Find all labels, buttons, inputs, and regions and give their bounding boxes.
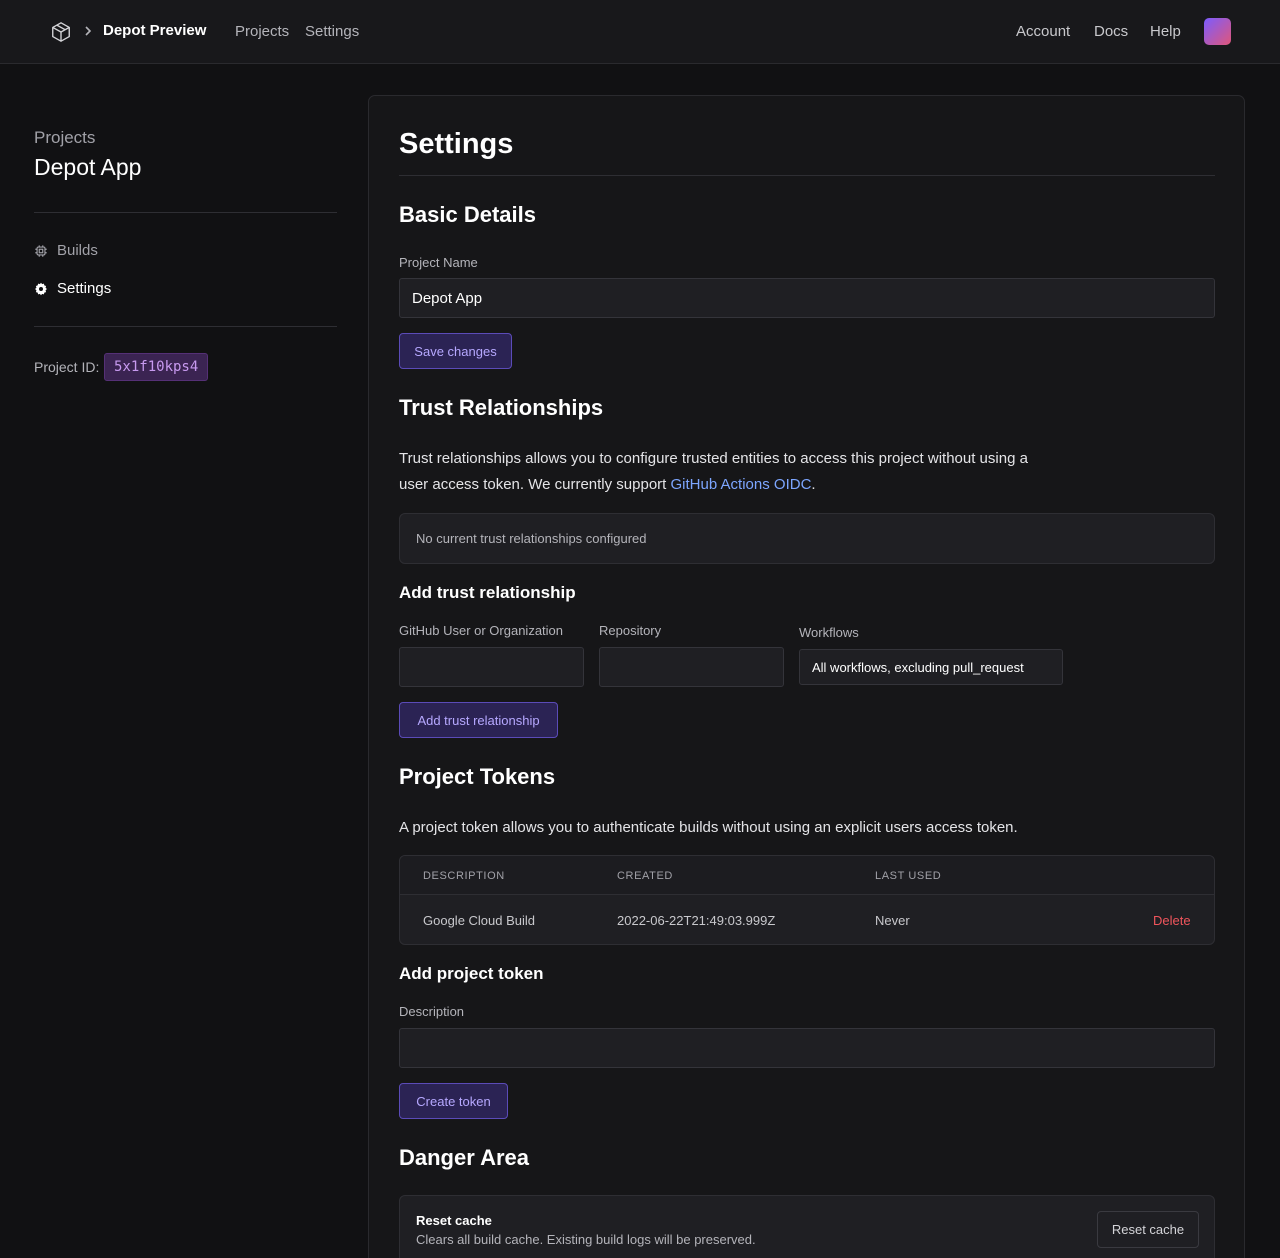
column-header-last-used: LAST USED: [875, 870, 942, 882]
brand-name[interactable]: Depot Preview: [103, 22, 206, 39]
project-id-badge[interactable]: 5x1f10kps4: [104, 353, 209, 381]
sidebar-item-settings[interactable]: Settings: [34, 280, 111, 297]
add-token-heading: Add project token: [399, 964, 544, 983]
add-trust-relationship-button[interactable]: Add trust relationship: [399, 702, 558, 738]
trust-description-text: .: [811, 476, 816, 493]
trust-description-line: Trust relationships allows you to config…: [399, 450, 1028, 467]
title-divider: [399, 175, 1215, 176]
chip-icon: [35, 244, 47, 257]
create-token-button[interactable]: Create token: [399, 1083, 508, 1119]
delete-token-button[interactable]: Delete: [1153, 913, 1191, 928]
sidebar-divider: [34, 326, 337, 327]
project-tokens-heading: Project Tokens: [399, 764, 556, 789]
nav-link-account[interactable]: Account: [1016, 23, 1070, 40]
nav-link-projects[interactable]: Projects: [235, 23, 289, 40]
trust-relationships-heading: Trust Relationships: [399, 395, 604, 420]
reset-cache-panel: Reset cache Clears all build cache. Exis…: [399, 1195, 1215, 1258]
reset-cache-description: Clears all build cache. Existing build l…: [416, 1232, 756, 1247]
token-last-used-cell: Never: [875, 913, 910, 928]
sidebar-divider: [34, 212, 337, 213]
top-navigation: Depot Preview Projects Settings Account …: [0, 0, 1280, 64]
column-header-description: DESCRIPTION: [423, 870, 505, 882]
token-description-label: Description: [399, 1004, 465, 1019]
trust-description-text: user access token. We currently support: [399, 476, 671, 493]
trust-empty-state: No current trust relationships configure…: [399, 513, 1215, 564]
chevron-right-icon: [85, 26, 92, 36]
sidebar-item-builds[interactable]: Builds: [34, 242, 98, 259]
add-trust-heading: Add trust relationship: [399, 583, 576, 602]
settings-card: Settings Basic Details Project Name Depo…: [368, 95, 1245, 1258]
repository-label: Repository: [599, 623, 662, 638]
tokens-table: DESCRIPTION CREATED LAST USED Google Clo…: [399, 855, 1215, 945]
sidebar-item-label: Builds: [57, 242, 98, 259]
table-header: [400, 856, 1214, 895]
github-actions-oidc-link[interactable]: GitHub Actions OIDC: [671, 476, 812, 493]
project-name-label: Project Name: [399, 255, 478, 270]
gear-icon: [35, 282, 47, 295]
danger-area-heading: Danger Area: [399, 1145, 530, 1170]
github-org-label: GitHub User or Organization: [399, 623, 564, 638]
reset-cache-button[interactable]: Reset cache: [1097, 1211, 1199, 1248]
tokens-description: A project token allows you to authentica…: [399, 819, 1018, 836]
nav-link-help[interactable]: Help: [1150, 23, 1181, 40]
column-header-created: CREATED: [617, 870, 673, 882]
nav-link-settings[interactable]: Settings: [305, 23, 359, 40]
token-description-cell: Google Cloud Build: [423, 913, 536, 928]
repository-input[interactable]: [599, 647, 784, 687]
reset-cache-title: Reset cache: [416, 1213, 492, 1228]
nav-link-docs[interactable]: Docs: [1094, 23, 1128, 40]
sidebar-section-label[interactable]: Projects: [34, 128, 95, 148]
cube-logo-icon[interactable]: [50, 21, 72, 43]
user-avatar[interactable]: [1204, 18, 1231, 45]
page-title: Settings: [399, 128, 514, 160]
save-changes-button[interactable]: Save changes: [399, 333, 512, 369]
sidebar-item-label: Settings: [57, 280, 112, 297]
token-created-cell: 2022-06-22T21:49:03.999Z: [617, 913, 776, 928]
workflows-label: Workflows: [799, 625, 859, 640]
project-id-label: Project ID:: [34, 359, 100, 375]
trust-empty-text: No current trust relationships configure…: [416, 531, 647, 546]
trust-description-line: user access token. We currently support …: [399, 472, 1079, 498]
github-org-input[interactable]: [399, 647, 584, 687]
workflows-select[interactable]: All workflows, excluding pull_request: [799, 649, 1063, 685]
trust-description: Trust relationships allows you to config…: [399, 446, 1079, 498]
project-name-input[interactable]: Depot App: [399, 278, 1215, 318]
sidebar-project-name: Depot App: [34, 154, 142, 180]
token-description-input[interactable]: [399, 1028, 1215, 1068]
basic-details-heading: Basic Details: [399, 202, 536, 227]
